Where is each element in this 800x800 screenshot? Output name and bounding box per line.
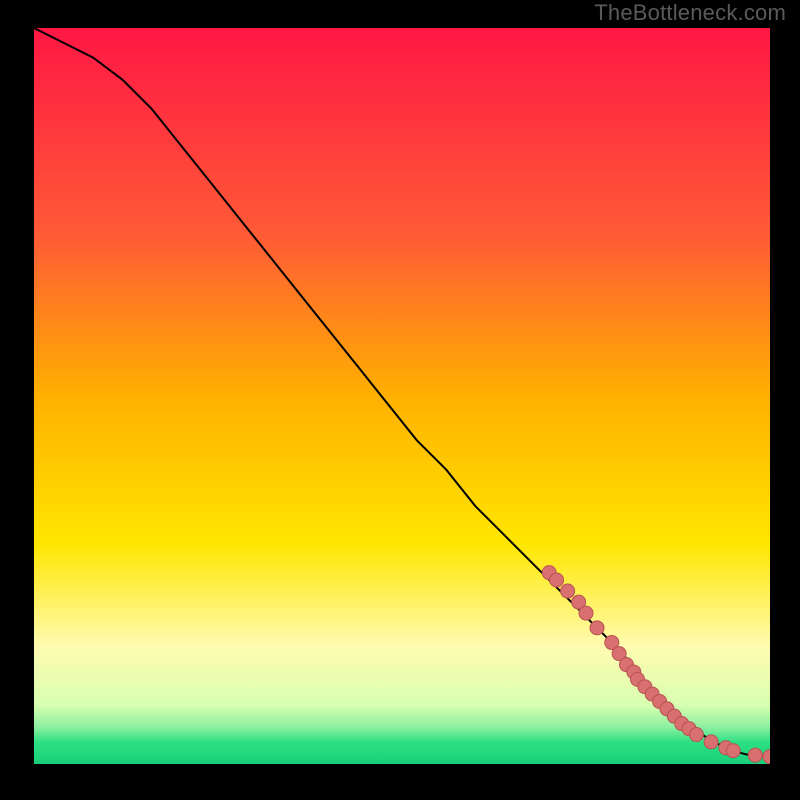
- gradient-background: [34, 28, 770, 764]
- scatter-point: [719, 741, 733, 755]
- watermark-text: TheBottleneck.com: [594, 0, 786, 26]
- scatter-point: [748, 748, 762, 762]
- scatter-point: [726, 744, 740, 758]
- scatter-point: [572, 595, 586, 609]
- chart-canvas: [34, 28, 770, 764]
- scatter-point: [561, 584, 575, 598]
- scatter-point: [550, 573, 564, 587]
- scatter-markers: [542, 566, 770, 764]
- scatter-point: [667, 709, 681, 723]
- scatter-point: [763, 750, 770, 764]
- scatter-point: [704, 735, 718, 749]
- scatter-point: [689, 728, 703, 742]
- scatter-point: [579, 606, 593, 620]
- scatter-point: [590, 621, 604, 635]
- chart-frame: TheBottleneck.com: [0, 0, 800, 800]
- scatter-point: [653, 694, 667, 708]
- scatter-point: [675, 717, 689, 731]
- scatter-point: [612, 647, 626, 661]
- scatter-point: [638, 680, 652, 694]
- scatter-point: [660, 702, 674, 716]
- scatter-point: [542, 566, 556, 580]
- scatter-point: [627, 665, 641, 679]
- scatter-point: [682, 722, 696, 736]
- scatter-point: [605, 636, 619, 650]
- plot-area: [34, 28, 770, 764]
- curve-line: [34, 28, 770, 757]
- scatter-point: [631, 672, 645, 686]
- scatter-point: [619, 658, 633, 672]
- scatter-point: [645, 687, 659, 701]
